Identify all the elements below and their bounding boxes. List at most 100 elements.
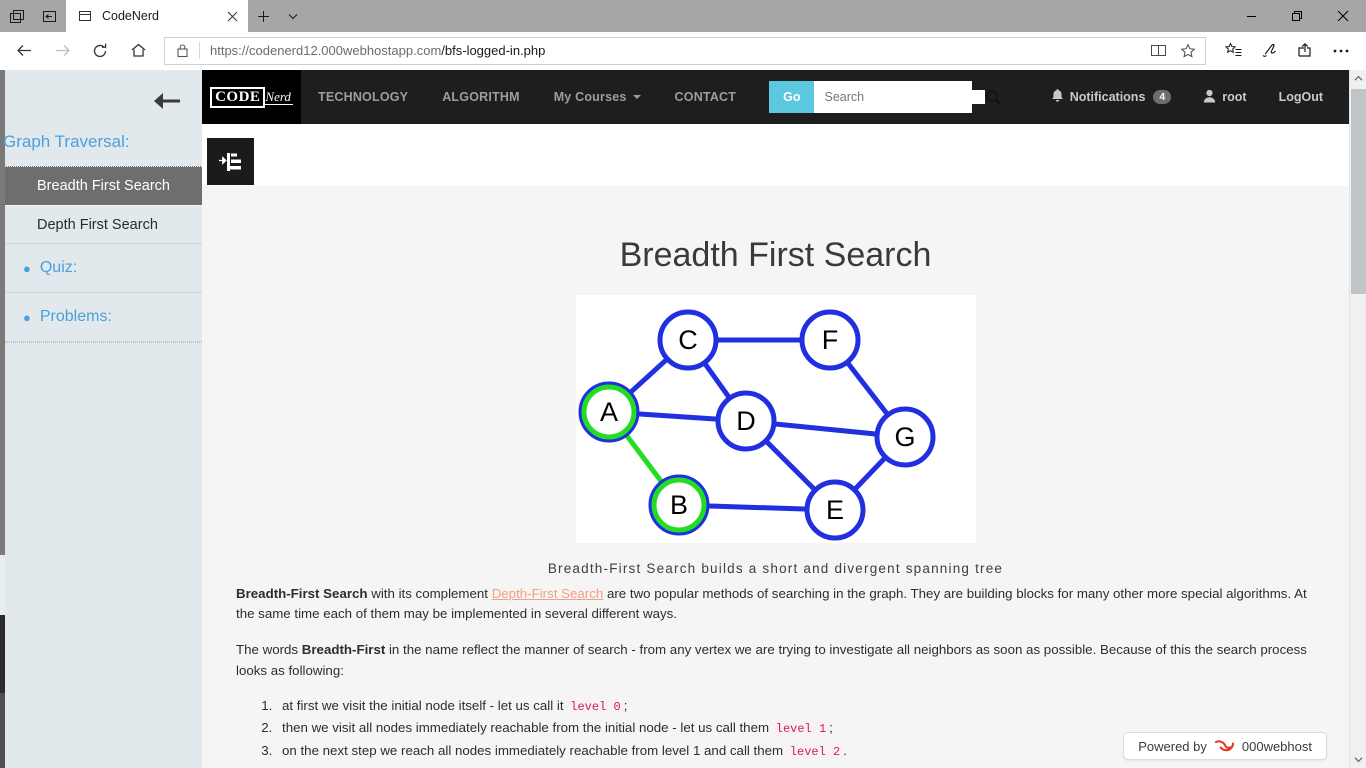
refresh-icon[interactable] — [82, 34, 118, 68]
logout-label: LogOut — [1278, 90, 1323, 104]
username-label: root — [1222, 90, 1247, 104]
star-icon[interactable] — [1173, 38, 1203, 64]
toggle-sidebar-button[interactable] — [207, 138, 254, 185]
new-tab-button[interactable] — [248, 0, 278, 32]
page-viewport: Graph Traversal: Breadth First Search De… — [0, 70, 1366, 768]
lock-icon — [165, 43, 199, 58]
site-nav-user-area: Notifications 4 root LogOut — [1035, 70, 1349, 124]
favorites-hub-icon[interactable] — [1216, 34, 1250, 68]
sidebar-group-problems[interactable]: ● Problems: — [5, 293, 202, 342]
graph-node-label: F — [821, 325, 838, 355]
more-settings-icon[interactable] — [1324, 34, 1358, 68]
bell-icon — [1051, 88, 1064, 106]
nav-link-my-courses[interactable]: My Courses — [537, 70, 658, 124]
graph-node-G: G — [874, 406, 935, 468]
sidebar-item-label: Breadth First Search — [37, 177, 170, 194]
step-text-b: ; — [829, 720, 833, 736]
web-note-icon[interactable] — [1252, 34, 1286, 68]
url-origin: https://codenerd12.000webhostapp.com — [210, 43, 442, 58]
set-tabs-aside-icon[interactable] — [38, 5, 60, 27]
paragraph-intro: Breadth-First Search with its complement… — [236, 584, 1315, 624]
sidebar-group-label: Quiz: — [39, 259, 78, 276]
scrollbar-thumb[interactable] — [1351, 89, 1366, 294]
page-title: Breadth First Search — [619, 236, 932, 274]
chevron-down-icon[interactable] — [278, 0, 308, 32]
scroll-down-button[interactable] — [1350, 751, 1366, 768]
browser-navbar: https://codenerd12.000webhostapp.com/bfs… — [0, 32, 1366, 70]
url-text[interactable]: https://codenerd12.000webhostapp.com/bfs… — [200, 43, 1143, 58]
graph-node-label: E — [825, 495, 843, 525]
nav-link-algorithm[interactable]: ALGORITHM — [425, 70, 536, 124]
minimize-icon[interactable] — [1228, 0, 1274, 32]
graph-node-A: A — [578, 381, 639, 443]
paragraph-bold-lead: Breadth-First Search — [236, 586, 368, 601]
site-area: CODE Nerd TECHNOLOGY ALGORITHM My Course… — [202, 70, 1349, 768]
sidebar-group-label: Problems: — [39, 308, 112, 325]
page-scrollbar[interactable] — [1349, 70, 1366, 768]
browser-tab[interactable]: CodeNerd — [66, 0, 248, 32]
graph-edge-F-G — [844, 359, 890, 418]
graph-edge-B-E — [705, 503, 808, 512]
paragraph-text-a: with its complement — [367, 586, 492, 601]
window-icon — [78, 8, 94, 24]
user-icon — [1203, 89, 1216, 106]
lesson-content: Breadth First Search A B C D E F G Breadth-Fir… — [202, 186, 1349, 768]
nav-link-technology[interactable]: TECHNOLOGY — [301, 70, 425, 124]
browser-titlebar: CodeNerd — [0, 0, 1366, 32]
paragraph-manner: The words Breadth-First in the name refl… — [236, 640, 1315, 680]
step-text-a: at first we visit the initial node itsel… — [282, 697, 568, 713]
close-icon[interactable] — [1320, 0, 1366, 32]
paragraph-bold: Breadth-First — [301, 642, 386, 658]
tab-preview-icon[interactable] — [6, 5, 28, 27]
sidebar-item-depth-first-search[interactable]: Depth First Search — [5, 205, 202, 244]
sidebar-divider — [5, 342, 202, 343]
logo-code-text: CODE — [210, 86, 266, 108]
graph-edge-D-G — [772, 421, 878, 437]
step-text-b: . — [843, 742, 847, 758]
back-arrow-icon[interactable] — [6, 34, 42, 68]
share-icon[interactable] — [1288, 34, 1322, 68]
search-input[interactable] — [824, 90, 986, 104]
indent-list-icon — [219, 152, 241, 171]
sidebar-group-quiz[interactable]: ● Quiz: — [5, 244, 202, 293]
graph-node-label: A — [599, 397, 617, 427]
step-text-a: then we visit all nodes immediately reac… — [282, 720, 773, 736]
search-icon[interactable] — [985, 89, 1002, 106]
back-arrow-icon — [154, 93, 180, 109]
tab-actions-group — [0, 0, 66, 32]
window-controls — [1228, 0, 1366, 32]
powered-by-badge[interactable]: Powered by 000webhost — [1123, 732, 1327, 760]
nav-link-label: My Courses — [553, 90, 627, 104]
graph-node-C: C — [657, 309, 718, 371]
site-search-form: Go — [769, 81, 1002, 113]
logout-button[interactable]: LogOut — [1263, 70, 1339, 124]
graph-node-F: F — [799, 309, 860, 371]
graph-edge-A-C — [626, 356, 670, 396]
list-item: at first we visit the initial node itsel… — [276, 695, 1349, 717]
nav-link-contact[interactable]: CONTACT — [658, 70, 754, 124]
000webhost-logo-icon — [1214, 738, 1235, 755]
forward-arrow-icon[interactable] — [44, 34, 80, 68]
site-logo[interactable]: CODE Nerd — [202, 70, 301, 124]
address-bar[interactable]: https://codenerd12.000webhostapp.com/bfs… — [164, 36, 1206, 65]
sidebar-back-button[interactable] — [5, 70, 202, 132]
course-sidebar: Graph Traversal: Breadth First Search De… — [3, 70, 202, 768]
home-icon[interactable] — [120, 34, 156, 68]
nav-link-label: ALGORITHM — [442, 90, 520, 104]
depth-first-search-link[interactable]: Depth-First Search — [492, 586, 604, 601]
sidebar-item-breadth-first-search[interactable]: Breadth First Search — [5, 166, 202, 205]
search-go-button[interactable]: Go — [769, 81, 815, 113]
notifications-button[interactable]: Notifications 4 — [1035, 70, 1188, 124]
close-icon[interactable] — [222, 6, 242, 26]
graph-edge-D-E — [762, 438, 818, 493]
user-menu-button[interactable]: root — [1187, 70, 1262, 124]
restore-icon[interactable] — [1274, 0, 1320, 32]
paragraph-text-b: in the name reflect the manner of search… — [236, 642, 1307, 678]
graph-node-label: C — [678, 325, 698, 355]
reading-view-icon[interactable] — [1143, 38, 1173, 64]
site-navbar: CODE Nerd TECHNOLOGY ALGORITHM My Course… — [202, 70, 1349, 124]
scroll-up-button[interactable] — [1350, 70, 1366, 87]
site-subbar — [202, 124, 1349, 186]
notifications-label: Notifications — [1069, 90, 1146, 104]
tab-title: CodeNerd — [102, 9, 159, 23]
